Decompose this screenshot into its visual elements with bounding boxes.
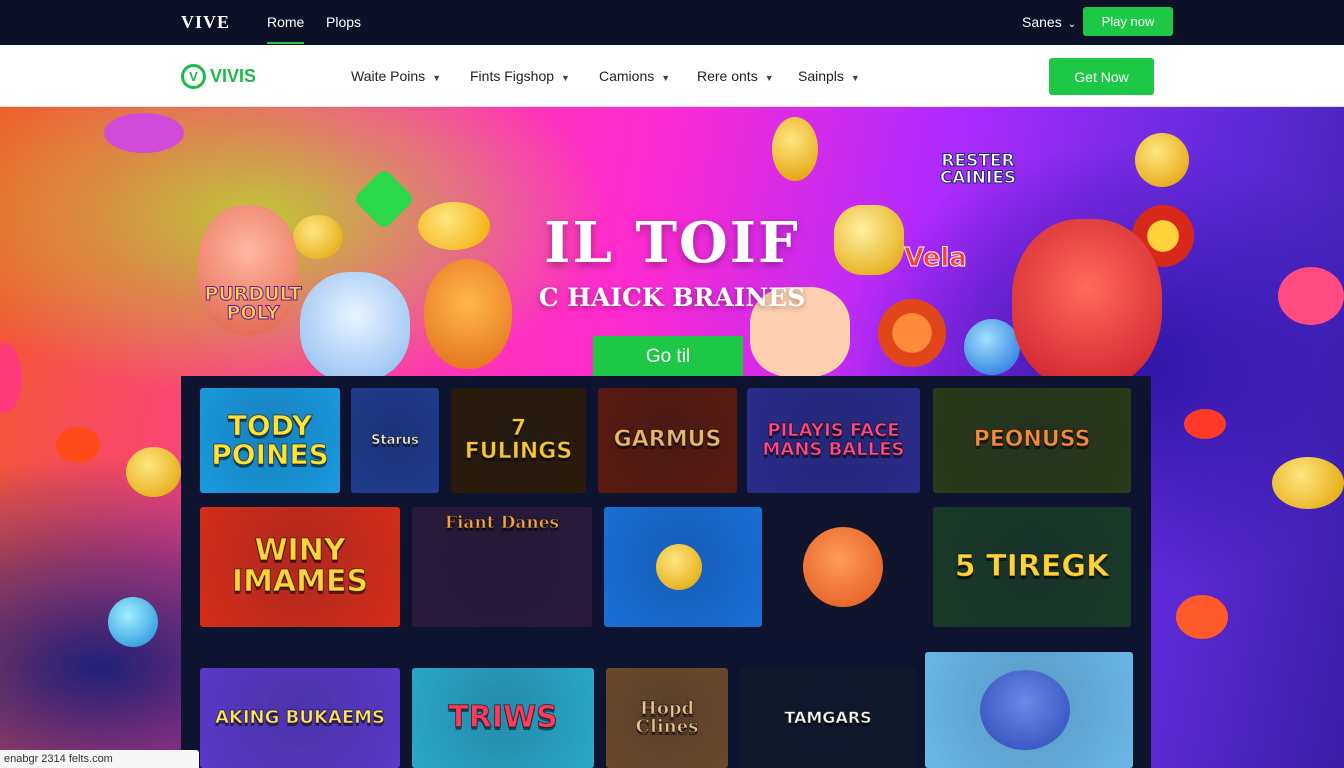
game-tile-fiant-danes[interactable]: Fiant Danes bbox=[412, 507, 592, 627]
game-title: PILAYIS FACE MANS BALLES bbox=[762, 420, 905, 460]
chevron-down-icon: ▼ bbox=[764, 73, 774, 83]
menu-item-label: Waite Poins bbox=[351, 68, 426, 84]
game-tile-winy-imames[interactable]: WINY IMAMES bbox=[200, 507, 400, 627]
coin-icon bbox=[1272, 457, 1344, 509]
get-now-button[interactable]: Get Now bbox=[1049, 58, 1154, 95]
game-tile-tamgars[interactable]: TAMGARS bbox=[740, 668, 916, 768]
game-tile-garmus[interactable]: GARMUS bbox=[598, 388, 737, 493]
game-tile-starus[interactable]: Starus bbox=[351, 388, 439, 493]
top-nav-home[interactable]: Rome bbox=[267, 14, 305, 44]
menu-item-label: Rere onts bbox=[697, 68, 758, 84]
game-title: 7 FULINGS bbox=[464, 416, 573, 464]
game-title: AKING BUKAEMS bbox=[214, 706, 386, 728]
menu-item-2[interactable]: Fints Figshop ▼ bbox=[470, 68, 570, 84]
top-brand-logo[interactable]: VIVE bbox=[181, 12, 230, 33]
coin-icon bbox=[656, 544, 702, 590]
hero-subtitle: C HAICK BRAINES bbox=[538, 283, 806, 312]
game-title: TAMGARS bbox=[784, 707, 872, 727]
menu-item-label: Fints Figshop bbox=[470, 68, 555, 84]
main-nav: V VIVIS Waite Poins ▼ Fints Figshop ▼ Cami… bbox=[0, 45, 1344, 107]
logo-mark-icon: V bbox=[181, 64, 206, 89]
game-title: 5 TIREGK bbox=[954, 548, 1110, 584]
logo-text: VIVIS bbox=[210, 66, 257, 86]
hero-cta-button[interactable]: Go til bbox=[593, 336, 743, 378]
games-grid: TODY POINES Starus 7 FULINGS GARMUS PILA… bbox=[181, 376, 1151, 768]
game-title: Starus bbox=[371, 432, 420, 448]
coin-icon bbox=[1135, 133, 1189, 187]
coin-icon bbox=[126, 447, 181, 497]
game-tile-5-tiregk[interactable]: 5 TIREGK bbox=[933, 507, 1131, 627]
language-label: Sanes bbox=[1022, 14, 1062, 30]
chevron-down-icon: ⌄ bbox=[1067, 19, 1077, 30]
game-title: GARMUS bbox=[613, 427, 722, 453]
menu-item-5[interactable]: Sainpls ▼ bbox=[798, 68, 860, 84]
gem-icon bbox=[964, 319, 1020, 375]
menu-item-3[interactable]: Camions ▼ bbox=[599, 68, 670, 84]
game-title: Hopd Clines bbox=[635, 697, 699, 737]
menu-item-label: Camions bbox=[599, 68, 655, 84]
hero-title: IL TOIF bbox=[544, 210, 800, 276]
game-title: TODY POINES bbox=[211, 408, 329, 471]
menu-item-4[interactable]: Rere onts ▼ bbox=[697, 68, 774, 84]
game-title: WINY IMAMES bbox=[231, 533, 369, 599]
top-nav-plops[interactable]: Plops bbox=[326, 14, 361, 30]
game-tile-triws[interactable]: TRIWS bbox=[412, 668, 594, 768]
chevron-down-icon: ▼ bbox=[432, 73, 442, 83]
candy-icon bbox=[56, 427, 100, 463]
game-tile-pilayis[interactable]: PILAYIS FACE MANS BALLES bbox=[747, 388, 920, 493]
chevron-down-icon: ▼ bbox=[561, 73, 570, 83]
candy-icon bbox=[104, 113, 184, 153]
gem-icon bbox=[108, 597, 158, 647]
game-tile-fulings[interactable]: 7 FULINGS bbox=[451, 388, 586, 493]
top-bar: VIVE Rome Plops Sanes ⌄ Play now bbox=[0, 0, 1344, 45]
rester-cainies-logo: RESTER CAINIES bbox=[939, 151, 1017, 188]
duck-character-icon bbox=[802, 527, 883, 607]
candy-icon bbox=[1184, 409, 1226, 439]
candy-icon bbox=[0, 343, 22, 413]
game-tile-aking-bukaems[interactable]: AKING BUKAEMS bbox=[200, 668, 400, 768]
menu-item-label: Sainpls bbox=[798, 68, 844, 84]
play-now-button[interactable]: Play now bbox=[1083, 7, 1173, 36]
cat-character-icon bbox=[980, 670, 1070, 750]
site-logo[interactable]: V VIVIS bbox=[181, 64, 256, 89]
game-tile-duck[interactable] bbox=[774, 507, 919, 627]
game-tile-tody-poines[interactable]: TODY POINES bbox=[200, 388, 340, 493]
candy-icon bbox=[1176, 595, 1228, 639]
chevron-down-icon: ▼ bbox=[850, 73, 860, 83]
chevron-down-icon: ▼ bbox=[661, 73, 671, 83]
game-tile-blue-coin[interactable] bbox=[604, 507, 762, 627]
menu-item-1[interactable]: Waite Poins ▼ bbox=[351, 68, 441, 84]
game-title: PEONUSS bbox=[973, 427, 1091, 453]
coin-icon bbox=[772, 117, 818, 181]
footer-copyright: enabgr 2314 felts.com bbox=[0, 750, 199, 768]
game-title: Fiant Danes bbox=[444, 513, 560, 533]
game-tile-cat-coins[interactable] bbox=[925, 652, 1133, 768]
game-tile-peonuss[interactable]: PEONUSS bbox=[933, 388, 1131, 493]
game-title: TRIWS bbox=[448, 699, 558, 735]
language-selector[interactable]: Sanes ⌄ bbox=[1022, 14, 1076, 30]
game-tile-hopd-clines[interactable]: Hopd Clines bbox=[606, 668, 728, 768]
